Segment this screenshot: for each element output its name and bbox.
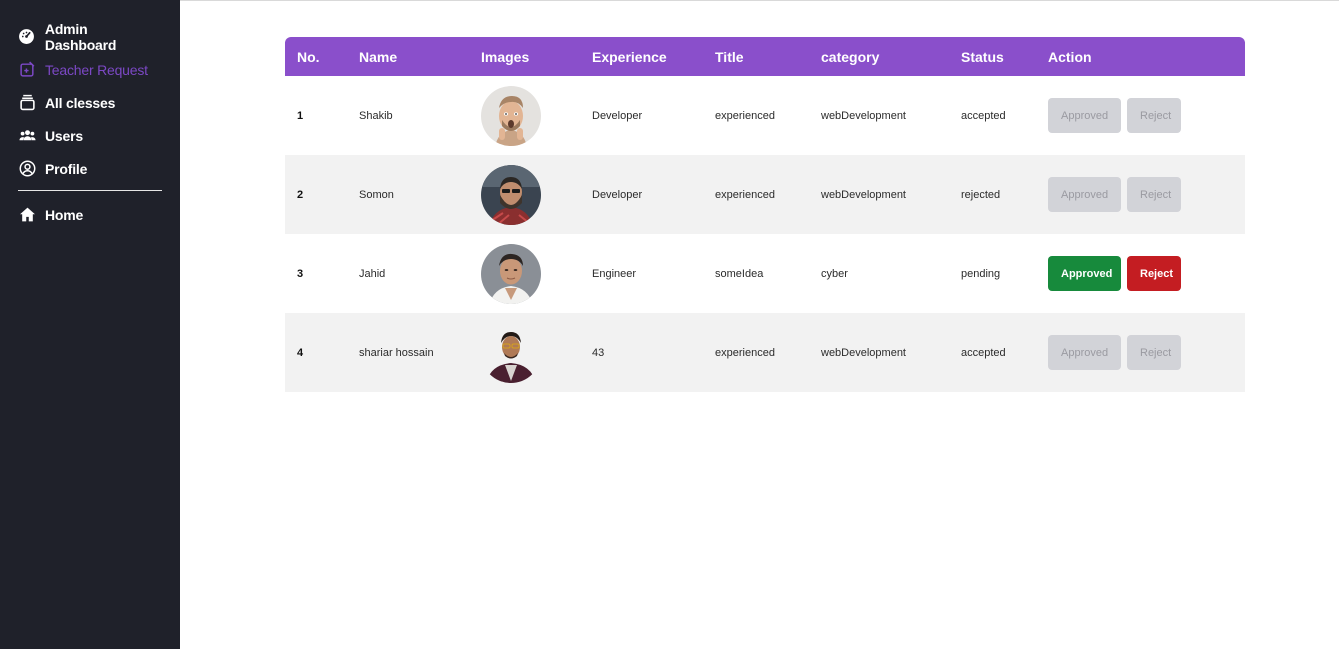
home-icon [18, 206, 36, 224]
column-header-experience: Experience [592, 48, 667, 65]
column-header-images: Images [481, 48, 530, 65]
sidebar-item-label: Admin Dashboard [44, 20, 117, 53]
row-number: 4 [297, 346, 304, 359]
teacher-name: Jahid [359, 267, 386, 280]
sidebar-item-label: Teacher Request [45, 61, 148, 78]
approve-button[interactable]: Approved [1048, 98, 1121, 133]
row-number: 3 [297, 267, 304, 280]
top-border [0, 0, 1339, 1]
title-value: experienced [715, 188, 775, 201]
table-header-row: No. Name Images Experience Title categor… [285, 37, 1245, 76]
sidebar-divider [18, 190, 162, 191]
column-header-name: Name [359, 48, 398, 65]
teacher-name: Shakib [359, 109, 393, 122]
status-value: rejected [961, 188, 1001, 201]
avatar [481, 243, 541, 304]
column-header-title: Title [715, 48, 744, 65]
sidebar-item-teacher-request[interactable]: Teacher Request [18, 53, 162, 86]
status-value: accepted [961, 109, 1006, 122]
row-number: 2 [297, 188, 304, 201]
reject-button[interactable]: Reject [1127, 177, 1181, 212]
title-value: someIdea [715, 267, 764, 280]
approve-button[interactable]: Approved [1048, 256, 1121, 291]
sidebar-item-home[interactable]: Home [18, 198, 162, 231]
category-value: cyber [821, 267, 848, 280]
sidebar-item-label: Users [45, 127, 83, 144]
classes-stack-icon [18, 94, 36, 112]
category-value: webDevelopment [821, 346, 906, 359]
table-row: 1 Shakib Developer experienced webDevelo… [285, 76, 1245, 155]
sidebar: Admin Dashboard Teacher Request All cles… [0, 0, 180, 649]
experience-value: Engineer [592, 267, 637, 280]
teacher-name: Somon [359, 188, 394, 201]
sidebar-item-users[interactable]: Users [18, 119, 162, 152]
reject-button[interactable]: Reject [1127, 98, 1181, 133]
category-value: webDevelopment [821, 109, 906, 122]
profile-circle-icon [18, 160, 36, 178]
status-value: pending [961, 267, 1001, 280]
sidebar-item-all-classes[interactable]: All clesses [18, 86, 162, 119]
teacher-requests-table-container: No. Name Images Experience Title categor… [285, 37, 1245, 392]
status-value: accepted [961, 346, 1006, 359]
users-group-icon [18, 127, 36, 145]
title-value: experienced [715, 346, 775, 359]
avatar [481, 85, 541, 146]
title-value: experienced [715, 109, 775, 122]
sidebar-nav: Admin Dashboard Teacher Request All cles… [18, 20, 162, 231]
dashboard-gauge-icon [18, 28, 36, 46]
sidebar-item-label: Home [45, 206, 84, 223]
sidebar-item-profile[interactable]: Profile [18, 152, 162, 185]
column-header-status: Status [961, 48, 1004, 65]
approve-button[interactable]: Approved [1048, 335, 1121, 370]
reject-button[interactable]: Reject [1127, 335, 1181, 370]
sidebar-item-label: Profile [45, 160, 88, 177]
reject-button[interactable]: Reject [1127, 256, 1181, 291]
approve-button[interactable]: Approved [1048, 177, 1121, 212]
teacher-request-icon [18, 61, 36, 79]
table-row: 4 shariar hossain 43 experienced webDeve… [285, 313, 1245, 392]
column-header-no: No. [297, 48, 320, 65]
table-row: 3 Jahid Engineer someIdea cyber pending … [285, 234, 1245, 313]
column-header-category: category [821, 48, 880, 65]
experience-value: Developer [592, 188, 643, 201]
table-row: 2 Somon Developer experienced webDevelop… [285, 155, 1245, 234]
sidebar-item-label: All clesses [45, 94, 116, 111]
category-value: webDevelopment [821, 188, 906, 201]
teacher-requests-table: No. Name Images Experience Title categor… [285, 37, 1245, 392]
avatar [481, 322, 541, 383]
row-number: 1 [297, 109, 304, 122]
experience-value: Developer [592, 109, 643, 122]
sidebar-item-admin-dashboard[interactable]: Admin Dashboard [18, 20, 162, 53]
experience-value: 43 [592, 346, 605, 359]
teacher-name: shariar hossain [359, 346, 434, 359]
avatar [481, 164, 541, 225]
column-header-action: Action [1048, 48, 1092, 65]
